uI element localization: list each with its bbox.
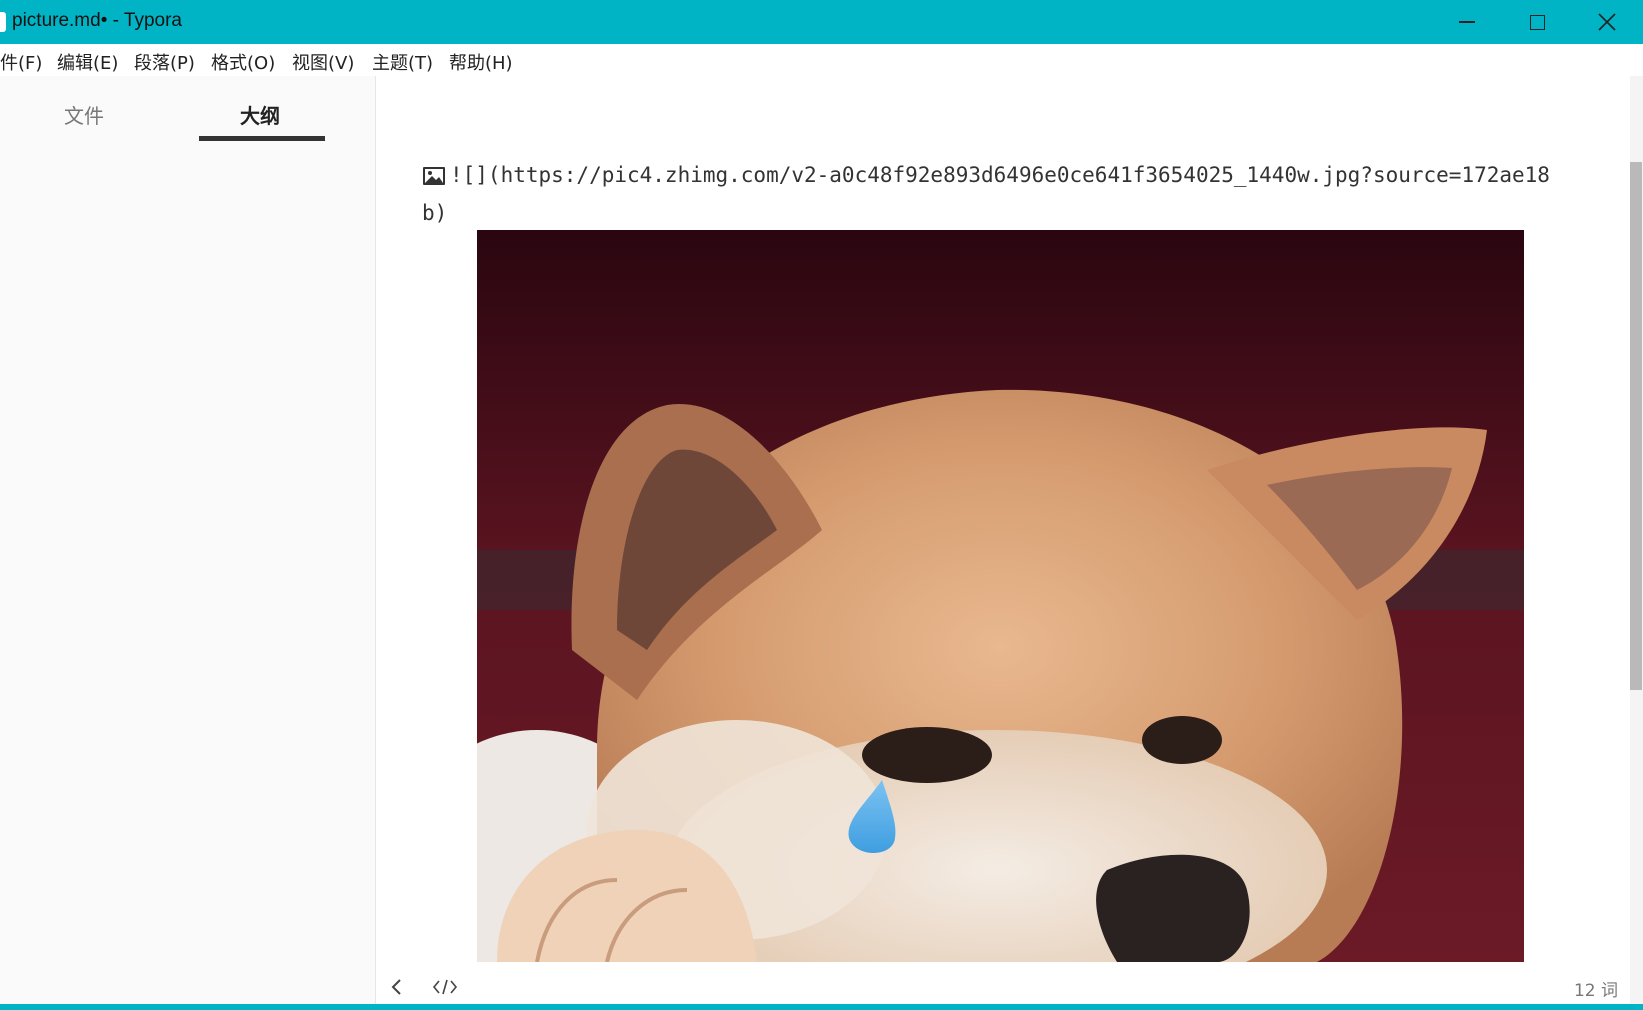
menu-view[interactable]: 视图(V) [292,49,354,75]
close-button[interactable] [1572,0,1642,44]
markdown-source-text: ![](https://pic4.zhimg.com/v2-a0c48f92e8… [422,163,1550,225]
app-icon [0,12,6,32]
tab-files[interactable]: 文件 [64,100,104,129]
menu-paragraph[interactable]: 段落(P) [134,49,195,75]
word-count[interactable]: 12 词 [1574,976,1618,1001]
editor-area[interactable]: ![](https://pic4.zhimg.com/v2-a0c48f92e8… [376,76,1630,970]
window-bottom-border [0,1004,1643,1010]
menu-help[interactable]: 帮助(H) [449,49,513,75]
menu-file[interactable]: 件(F) [0,49,42,75]
markdown-image-source[interactable]: ![](https://pic4.zhimg.com/v2-a0c48f92e8… [422,156,1562,232]
shiba-dog-image [477,230,1524,962]
active-tab-indicator [199,136,325,141]
source-code-icon[interactable] [432,978,458,996]
menu-format[interactable]: 格式(O) [211,49,275,75]
menu-bar: 件(F) 编辑(E) 段落(P) 格式(O) 视图(V) 主题(T) 帮助(H) [0,44,1643,76]
chevron-left-icon[interactable] [390,978,404,996]
menu-edit[interactable]: 编辑(E) [57,49,118,75]
title-bar: picture.md• - Typora [0,0,1643,44]
embedded-image[interactable] [477,230,1524,962]
tab-outline[interactable]: 大纲 [240,100,280,129]
minimize-button[interactable] [1432,0,1502,44]
maximize-icon [1529,14,1545,30]
window-title: picture.md• - Typora [12,10,182,31]
close-icon [1598,13,1616,31]
sidebar: 文件 大纲 [0,76,376,1010]
minimize-icon [1459,21,1475,23]
maximize-button[interactable] [1502,0,1572,44]
status-bar: 12 词 [376,970,1630,1004]
menu-theme[interactable]: 主题(T) [372,49,433,75]
scrollbar-thumb[interactable] [1630,162,1642,690]
image-icon [423,167,445,185]
